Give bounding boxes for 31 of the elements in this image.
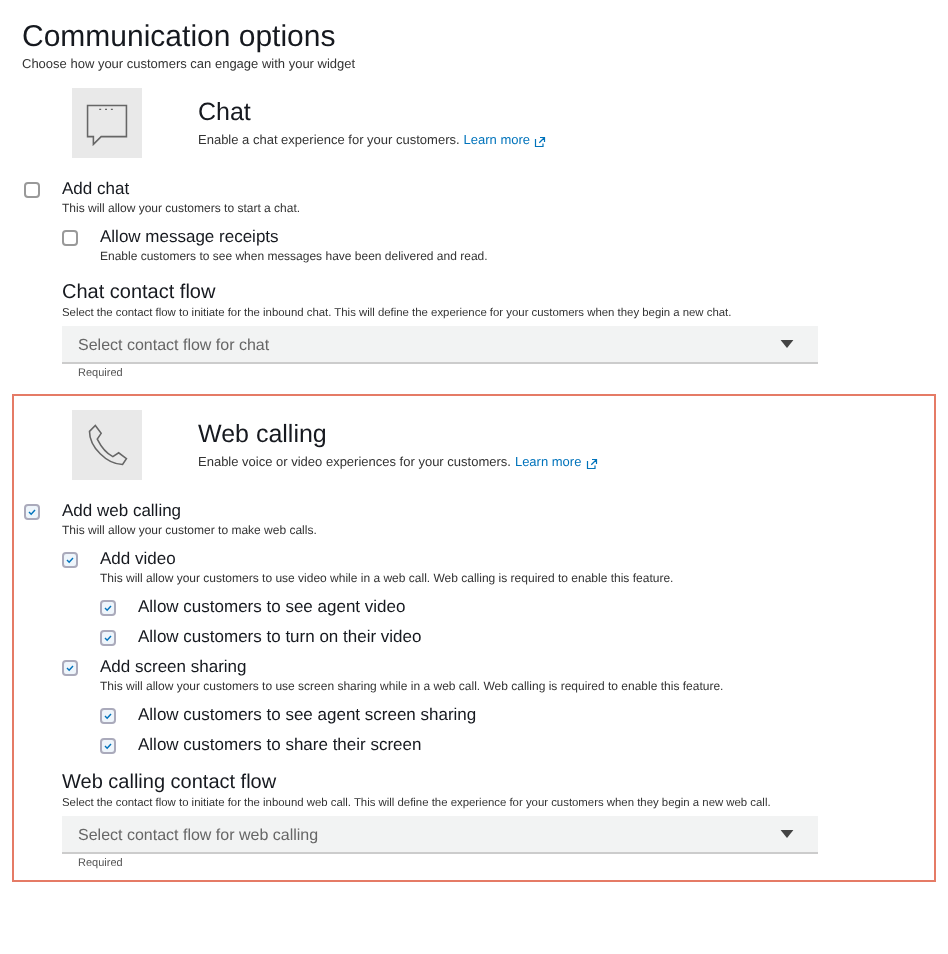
checkbox[interactable]	[100, 599, 116, 615]
checkbox-label: Allow customers to see agent screen sharing	[138, 704, 477, 726]
chat-bubble-icon	[72, 88, 142, 158]
caret-icon	[780, 830, 794, 838]
phone-icon	[72, 410, 142, 480]
caret-icon	[780, 340, 794, 348]
option-title: Web calling	[198, 420, 329, 450]
checkbox-label: Add chat	[62, 178, 130, 200]
section-heading: Communication options	[22, 20, 338, 56]
contact-flow-dropdown[interactable]: Select contact flow for web calling	[62, 816, 818, 854]
checkbox[interactable]	[62, 659, 78, 675]
checkbox[interactable]	[100, 629, 116, 645]
checkbox[interactable]	[62, 551, 78, 567]
checkbox-label: Add screen sharing	[100, 656, 247, 678]
checkbox-label: Allow customers to turn on their video	[138, 626, 422, 648]
checkbox-label: Allow customers to share their screen	[138, 734, 422, 756]
checkbox[interactable]	[24, 503, 40, 519]
contact-flow-dropdown[interactable]: Select contact flow for chat	[62, 326, 818, 364]
checkbox-label: Allow message receipts	[100, 226, 279, 248]
field-label: Web calling contact flow	[62, 772, 279, 796]
external-link-icon	[534, 135, 547, 147]
external-link-icon	[585, 457, 598, 469]
checkbox[interactable]	[62, 229, 78, 245]
option-title: Chat	[198, 98, 253, 128]
checkbox[interactable]	[100, 707, 116, 723]
checkbox[interactable]	[24, 181, 40, 197]
checkbox-label: Allow customers to see agent video	[138, 596, 406, 618]
field-label: Chat contact flow	[62, 282, 218, 306]
checkbox-label: Add web calling	[62, 500, 182, 522]
checkbox-label: Add video	[100, 548, 176, 570]
checkbox[interactable]	[100, 737, 116, 753]
